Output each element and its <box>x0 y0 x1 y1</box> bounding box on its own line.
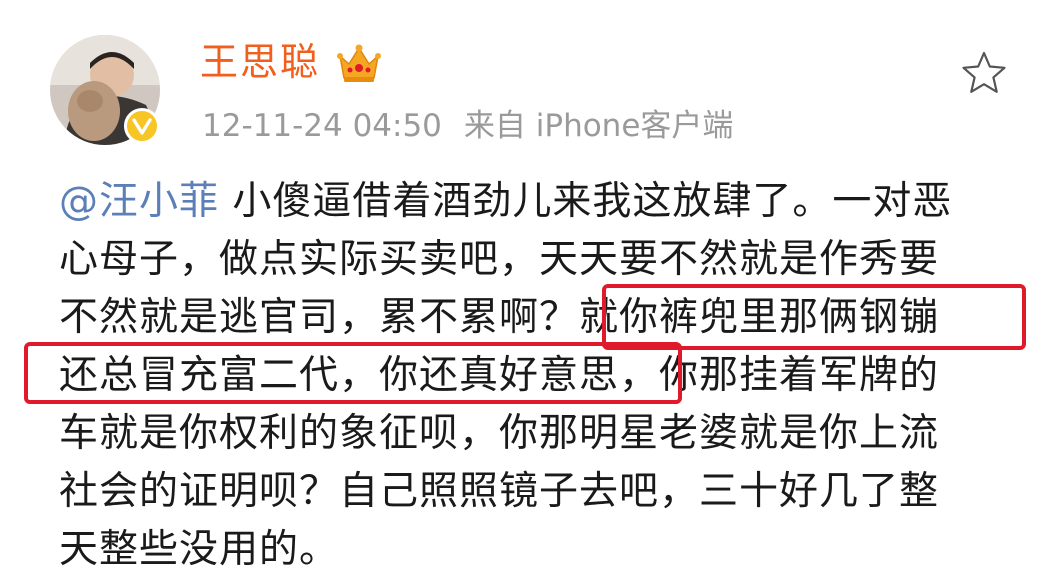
mention-link[interactable]: @汪小菲 <box>59 179 219 224</box>
post-meta: 12-11-24 04:50 来自 iPhone客户端 <box>202 104 733 148</box>
post-timestamp: 12-11-24 04:50 <box>202 108 442 144</box>
post-source: 来自 iPhone客户端 <box>463 108 734 144</box>
favorite-star-icon[interactable] <box>960 50 1008 96</box>
content-line-2: 心母子，做点实际买卖吧，天天要不然就是作秀要 <box>59 237 940 282</box>
content-line-text: 小傻逼借着酒劲儿来我这放肆了。一对恶 <box>219 179 953 224</box>
highlight-box-2 <box>24 342 682 404</box>
verified-badge-icon <box>124 108 160 144</box>
username[interactable]: 王思聪 <box>200 36 320 88</box>
content-line-1: @汪小菲 小傻逼借着酒劲儿来我这放肆了。一对恶 <box>59 173 1039 231</box>
content-line-6: 社会的证明呗？自己照照镜子去吧，三十好几了整 <box>59 469 940 514</box>
content-line-7: 天整些没用的。 <box>59 527 340 572</box>
highlight-box-1 <box>602 284 1026 350</box>
content-line-5: 车就是你权利的象征呗，你那明星老婆就是你上流 <box>59 411 940 456</box>
crown-icon <box>336 42 382 86</box>
weibo-post: 王思聪 12-11-24 04:50 来自 iPhone客户端 @汪小菲 小傻逼借… <box>0 0 1063 575</box>
